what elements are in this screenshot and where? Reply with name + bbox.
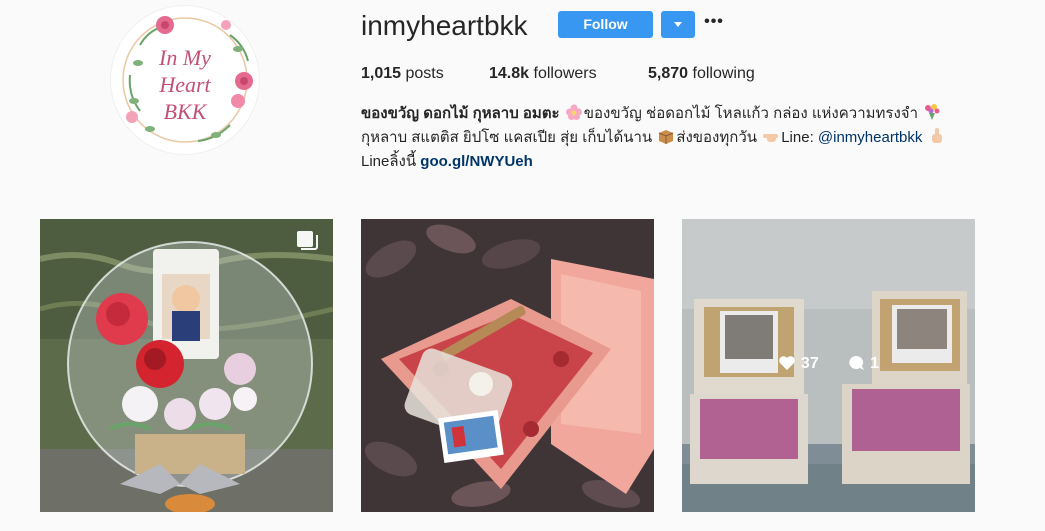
package-icon — [659, 130, 674, 144]
following-stat[interactable]: 5,870 following — [648, 64, 755, 84]
bio-line-2: กุหลาบ สแตติส ยิปโซ แคสเปีย สุ่ย เก็บได้… — [361, 129, 653, 146]
flower-icon — [565, 104, 582, 120]
profile-username: inmyheartbkk — [361, 10, 528, 41]
bio-line-label: Line: — [781, 129, 818, 146]
posts-stat: 1,015 posts — [361, 64, 444, 84]
post-thumbnail-1[interactable] — [40, 219, 333, 512]
post-thumbnail-3[interactable]: 37 1 — [682, 219, 975, 512]
following-label: following — [692, 65, 755, 82]
bio-line-2-b: ส่งของทุกวัน — [676, 129, 758, 146]
likes-stat: 37 — [778, 355, 819, 373]
avatar-text-2: Heart — [158, 72, 211, 97]
avatar-logo: In My Heart BKK — [122, 16, 253, 143]
profile-bio: ของขวัญ ดอกไม้ กุหลาบ อมตะ ของขวัญ ช่อดอ… — [361, 102, 1001, 174]
heart-icon — [779, 356, 795, 370]
followers-stat[interactable]: 14.8k followers — [489, 64, 597, 84]
following-count: 5,870 — [648, 65, 689, 82]
profile-avatar[interactable]: In My Heart BKK — [110, 5, 260, 155]
line-handle-link[interactable]: @inmyheartbkk — [818, 129, 922, 146]
pointing-down-icon — [931, 128, 942, 143]
follow-button[interactable]: Follow — [558, 11, 653, 38]
posts-label: posts — [405, 65, 444, 82]
followers-count: 14.8k — [489, 65, 530, 82]
comment-icon — [849, 355, 865, 370]
post-image-1 — [40, 219, 333, 512]
profile-full-name: ของขวัญ ดอกไม้ กุหลาบ อมตะ — [361, 105, 560, 122]
avatar-text-3: BKK — [164, 99, 208, 124]
post-thumbnail-2[interactable] — [361, 219, 654, 512]
likes-count: 37 — [800, 355, 819, 372]
avatar-text-1: In My — [158, 45, 211, 70]
post-image-2 — [361, 219, 654, 512]
bio-line-1: ของขวัญ ช่อดอกไม้ โหลแก้ว กล่อง แห่งความ… — [583, 105, 919, 122]
suggestions-dropdown-button[interactable] — [661, 11, 695, 38]
external-link[interactable]: goo.gl/NWYUeh — [420, 153, 533, 170]
bouquet-icon — [925, 104, 940, 120]
chevron-down-icon — [674, 22, 682, 27]
pointing-hand-icon — [763, 134, 779, 142]
comments-stat: 1 — [847, 355, 879, 373]
bio-line-3: Lineลิ้งนี้ — [361, 153, 421, 170]
post-engagement: 37 1 — [682, 355, 975, 373]
followers-label: followers — [533, 65, 597, 82]
more-options-button[interactable]: ••• — [704, 13, 724, 35]
comments-count: 1 — [870, 355, 880, 372]
multiple-images-icon — [297, 231, 318, 250]
posts-count: 1,015 — [361, 65, 402, 82]
